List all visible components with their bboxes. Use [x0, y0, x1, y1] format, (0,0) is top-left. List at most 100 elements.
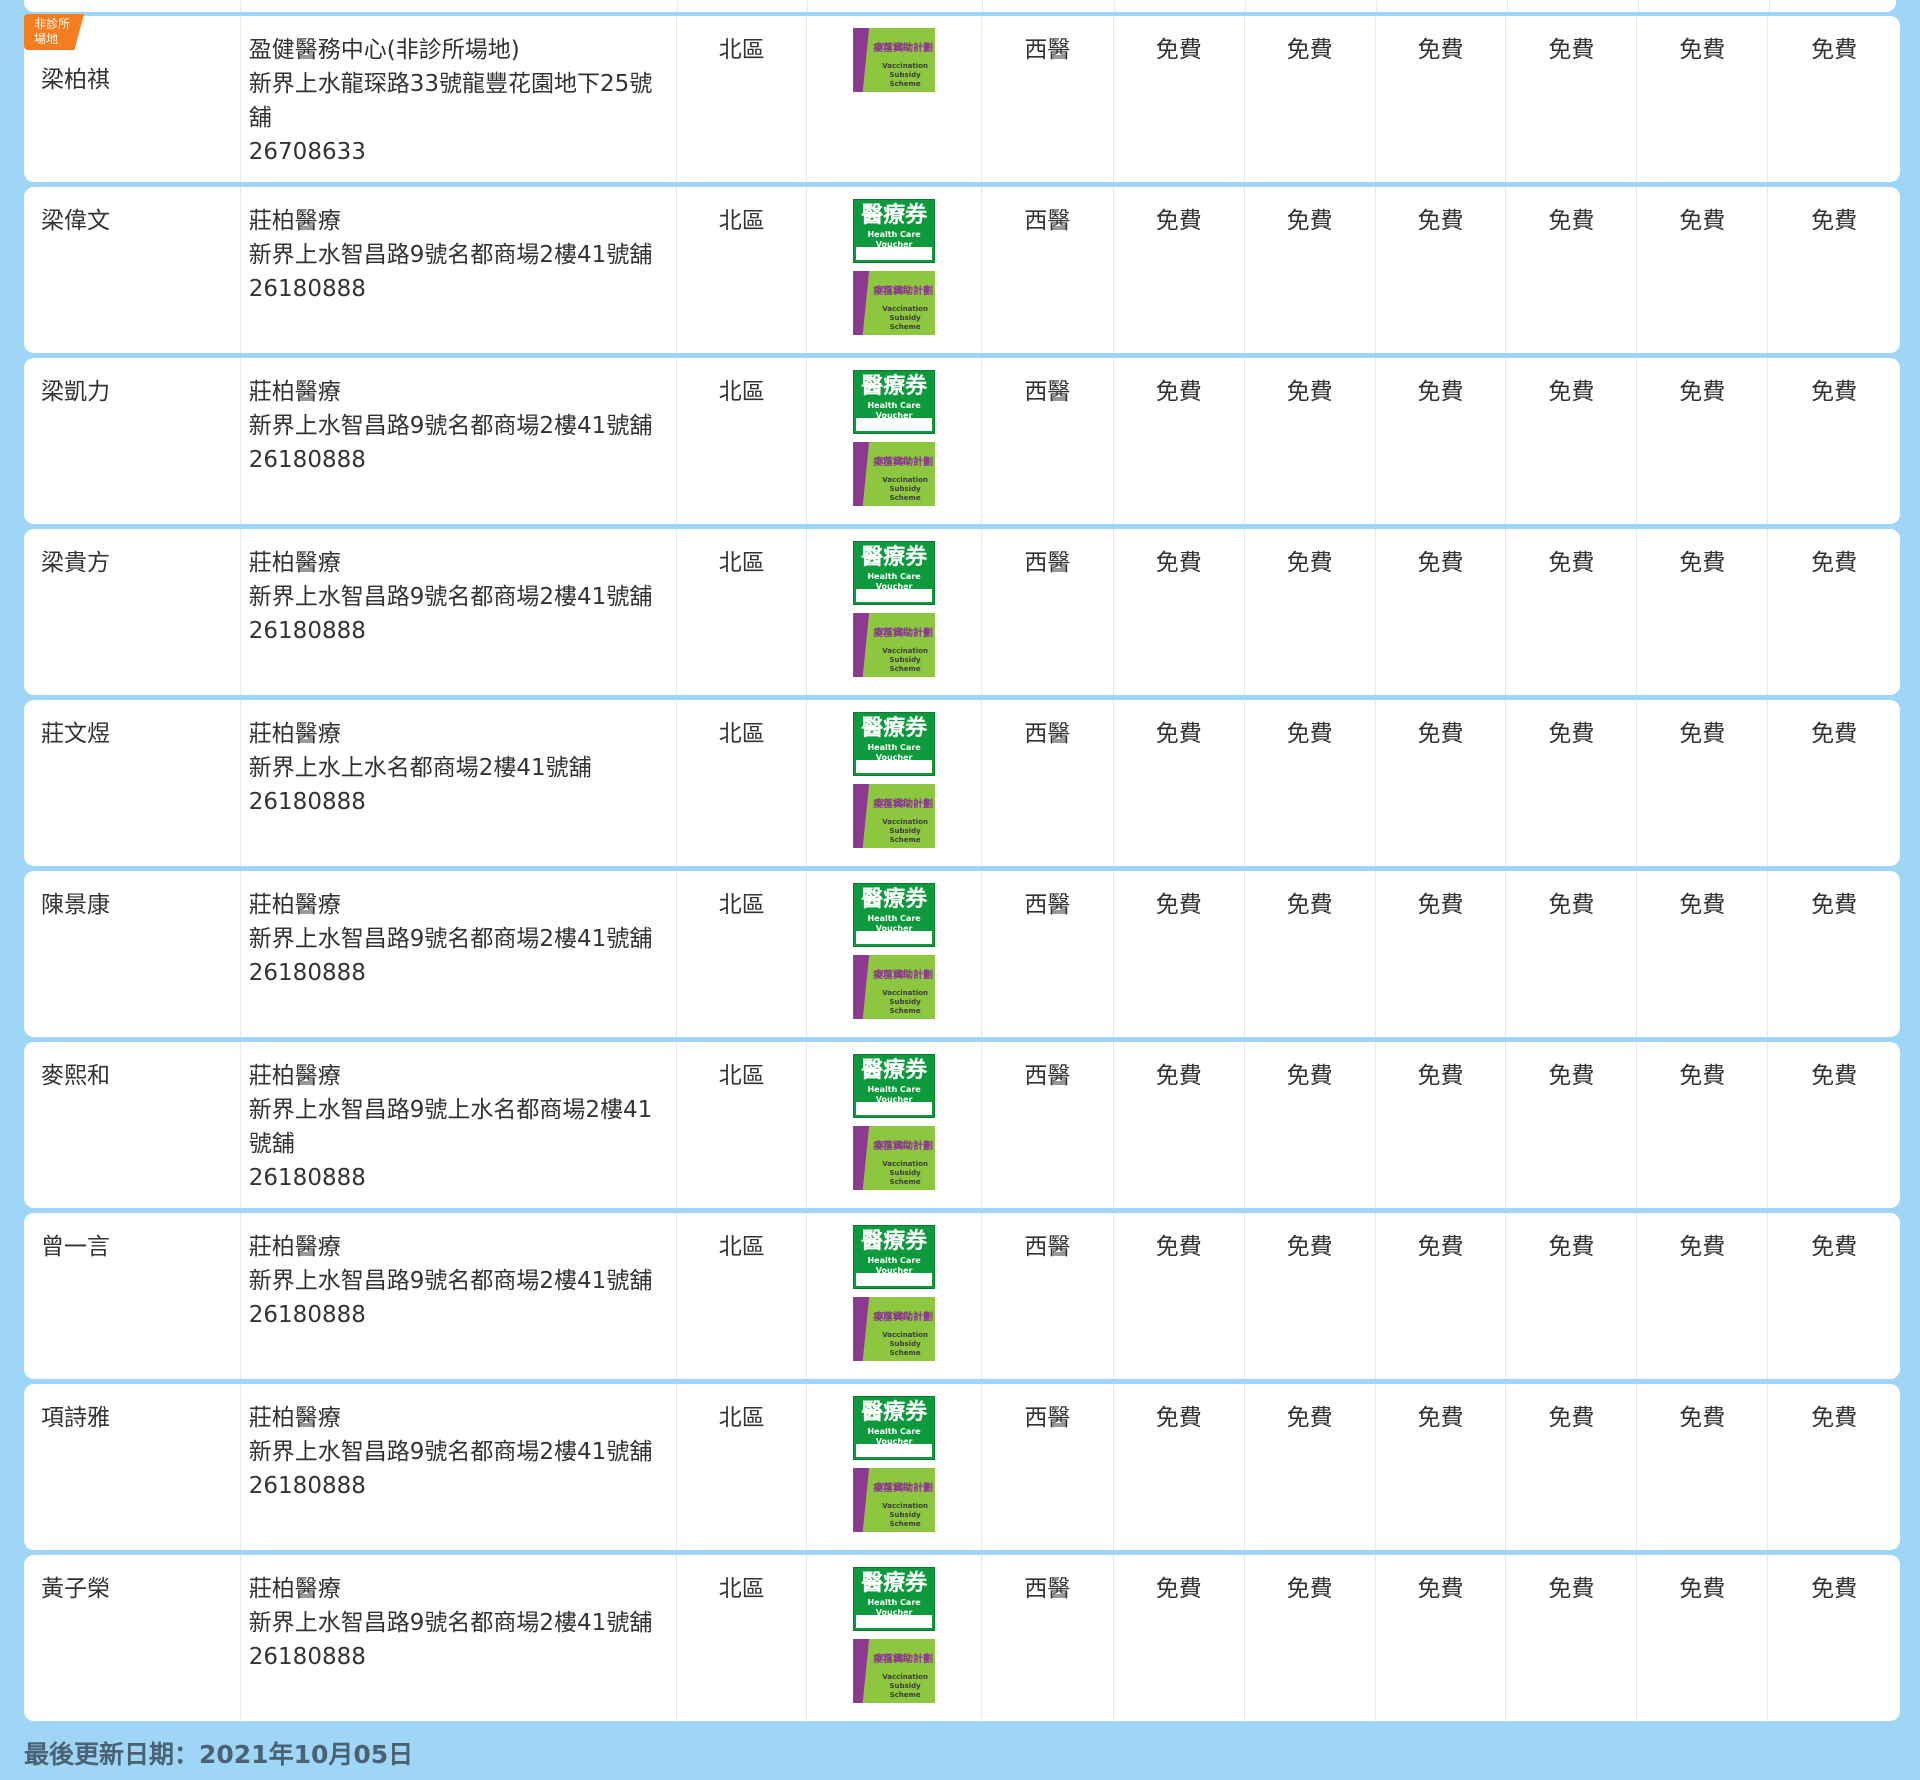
clinic-phone[interactable]: 26708633 — [249, 135, 669, 169]
district-cell: 北區 — [676, 187, 806, 353]
health-care-voucher-logo: 醫療券 Health Care Voucher — [853, 199, 936, 263]
doctor-table: 梁柏祺 非診所 場地 盈健醫務中心(非診所場地) 新界上水龍琛路33號龍豐花園地下… — [24, 14, 1900, 1726]
fee-cell: 免費 — [1374, 1213, 1506, 1379]
fee-cell: 免費 — [1112, 1384, 1244, 1550]
vss-logo-english: Vaccination Subsidy Scheme — [882, 647, 928, 673]
clinic-name: 莊柏醫療 — [248, 1405, 341, 1431]
fee-cell: 免費 — [1505, 1384, 1636, 1550]
scheme-logos-cell: 醫療券 Health Care Voucher 2021/22 疫苗資助計劃 Vacci… — [806, 1555, 981, 1721]
table-row: 梁偉文 莊柏醫療 新界上水智昌路9號名都商場2樓41號舖 26180888 北區… — [24, 187, 1900, 353]
fee-cell: 免費 — [1636, 187, 1767, 353]
fee-cell: 免費 — [1374, 529, 1506, 695]
last-updated-text: 最後更新日期：2021年10月05日 — [24, 1740, 414, 1769]
vss-logo-title: 疫苗資助計劃 — [873, 457, 934, 468]
clinic-phone[interactable]: 26180888 — [249, 1469, 669, 1503]
fee-cell: 免費 — [1636, 358, 1767, 524]
doctor-name-cell: 陳景康 — [24, 871, 240, 1037]
vaccination-subsidy-scheme-logo: 2021/22 疫苗資助計劃 Vaccination Subsidy Scheme — [853, 28, 936, 92]
address-cell: 莊柏醫療 新界上水智昌路9號名都商場2樓41號舖 26180888 — [239, 1384, 677, 1550]
fee-cell: 免費 — [1374, 1384, 1506, 1550]
scheme-logos-cell: 醫療券 Health Care Voucher 2021/22 疫苗資助計劃 Vacci… — [806, 358, 981, 524]
fee-cell: 免費 — [1767, 529, 1900, 695]
fee-cell: 免費 — [1767, 1042, 1900, 1208]
scheme-logos-cell: 醫療券 Health Care Voucher 2021/22 疫苗資助計劃 Vacci… — [806, 187, 981, 353]
health-care-voucher-logo: 醫療券 Health Care Voucher — [853, 1567, 936, 1631]
district-cell: 北區 — [676, 700, 806, 866]
hcv-logo-title: 醫療券 — [861, 716, 928, 741]
fee-cell: 免費 — [1767, 358, 1900, 524]
clinic-phone[interactable]: 26180888 — [249, 614, 669, 648]
vss-logo-stripe — [853, 271, 870, 335]
vss-logo-stripe — [853, 955, 870, 1019]
fee-cell: 免費 — [1112, 16, 1244, 182]
vss-logo-english: Vaccination Subsidy Scheme — [882, 62, 928, 88]
clinic-phone[interactable]: 26180888 — [249, 1640, 669, 1674]
vss-logo-stripe — [853, 1126, 870, 1190]
hcv-logo-strip — [856, 1273, 933, 1286]
fee-cell: 免費 — [1374, 700, 1506, 866]
clinic-phone[interactable]: 26180888 — [249, 956, 669, 990]
doctor-name: 梁柏祺 — [41, 67, 110, 93]
clinic-name: 莊柏醫療 — [248, 1063, 341, 1089]
hcv-logo-strip — [856, 1444, 933, 1457]
scheme-logos-cell: 醫療券 Health Care Voucher 2021/22 疫苗資助計劃 Vacci… — [806, 1213, 981, 1379]
address-cell: 莊柏醫療 新界上水智昌路9號名都商場2樓41號舖 26180888 — [239, 871, 677, 1037]
fee-cell: 免費 — [1243, 1384, 1375, 1550]
hcv-logo-strip — [856, 247, 933, 260]
clinic-address: 新界上水智昌路9號名都商場2樓41號舖 — [248, 413, 653, 439]
vaccination-subsidy-scheme-logo: 2021/22 疫苗資助計劃 Vaccination Subsidy Scheme — [853, 271, 936, 335]
doctor-name-cell: 黃子榮 — [24, 1555, 240, 1721]
health-care-voucher-logo: 醫療券 Health Care Voucher — [853, 541, 936, 605]
clinic-phone[interactable]: 26180888 — [249, 272, 669, 306]
vss-logo-english: Vaccination Subsidy Scheme — [882, 1160, 928, 1186]
clinic-name: 莊柏醫療 — [248, 1576, 341, 1602]
district-cell: 北區 — [676, 1042, 806, 1208]
address-cell: 莊柏醫療 新界上水智昌路9號名都商場2樓41號舖 26180888 — [239, 529, 677, 695]
health-care-voucher-logo: 醫療券 Health Care Voucher — [853, 1054, 936, 1118]
fee-cell: 免費 — [1505, 187, 1636, 353]
clinic-phone[interactable]: 26180888 — [249, 1298, 669, 1332]
doctor-name-cell: 麥熙和 — [24, 1042, 240, 1208]
vss-logo-english: Vaccination Subsidy Scheme — [882, 476, 928, 502]
doctor-name-cell: 曾一言 — [24, 1213, 240, 1379]
doctor-type-cell: 西醫 — [981, 187, 1113, 353]
fee-cell: 免費 — [1505, 700, 1636, 866]
fee-cell: 免費 — [1505, 358, 1636, 524]
vss-logo-stripe — [853, 784, 870, 848]
fee-cell: 免費 — [1243, 187, 1375, 353]
clinic-address: 新界上水智昌路9號名都商場2樓41號舖 — [248, 1439, 653, 1465]
hcv-logo-title: 醫療券 — [861, 1571, 928, 1596]
fee-cell: 免費 — [1636, 529, 1767, 695]
clinic-address: 新界上水智昌路9號名都商場2樓41號舖 — [248, 1610, 653, 1636]
vss-logo-title: 疫苗資助計劃 — [873, 628, 934, 639]
vss-logo-stripe — [853, 1468, 870, 1532]
clinic-address: 新界上水智昌路9號名都商場2樓41號舖 — [248, 1268, 653, 1294]
fee-cell: 免費 — [1636, 1042, 1767, 1208]
clinic-name: 莊柏醫療 — [248, 1234, 341, 1260]
clinic-phone[interactable]: 26180888 — [249, 443, 669, 477]
district-cell: 北區 — [676, 871, 806, 1037]
vss-logo-title: 疫苗資助計劃 — [873, 1141, 934, 1152]
fee-cell: 免費 — [1374, 358, 1506, 524]
fee-cell: 免費 — [1243, 529, 1375, 695]
fee-cell: 免費 — [1636, 1555, 1767, 1721]
vaccination-subsidy-scheme-logo: 2021/22 疫苗資助計劃 Vaccination Subsidy Scheme — [853, 613, 936, 677]
non-clinic-venue-badge: 非診所 場地 — [24, 14, 84, 50]
hcv-logo-strip — [856, 589, 933, 602]
clinic-name: 莊柏醫療 — [248, 379, 341, 405]
vss-logo-title: 疫苗資助計劃 — [873, 1312, 934, 1323]
fee-cell: 免費 — [1112, 1213, 1244, 1379]
scheme-logos-cell: 2021/22 疫苗資助計劃 Vaccination Subsidy Scheme — [806, 16, 981, 182]
clinic-phone[interactable]: 26180888 — [249, 785, 669, 819]
scheme-logos-cell: 醫療券 Health Care Voucher 2021/22 疫苗資助計劃 Vacci… — [806, 1042, 981, 1208]
doctor-type-cell: 西醫 — [981, 1384, 1113, 1550]
vss-logo-title: 疫苗資助計劃 — [873, 286, 934, 297]
address-cell: 莊柏醫療 新界上水智昌路9號名都商場2樓41號舖 26180888 — [239, 358, 677, 524]
fee-cell: 免費 — [1243, 700, 1375, 866]
address-cell: 盈健醫務中心(非診所場地) 新界上水龍琛路33號龍豐花園地下25號舖 26708… — [239, 16, 677, 182]
vss-logo-english: Vaccination Subsidy Scheme — [882, 989, 928, 1015]
fee-cell: 免費 — [1243, 358, 1375, 524]
doctor-type-cell: 西醫 — [981, 1555, 1113, 1721]
fee-cell: 免費 — [1767, 700, 1900, 866]
clinic-phone[interactable]: 26180888 — [249, 1161, 669, 1195]
